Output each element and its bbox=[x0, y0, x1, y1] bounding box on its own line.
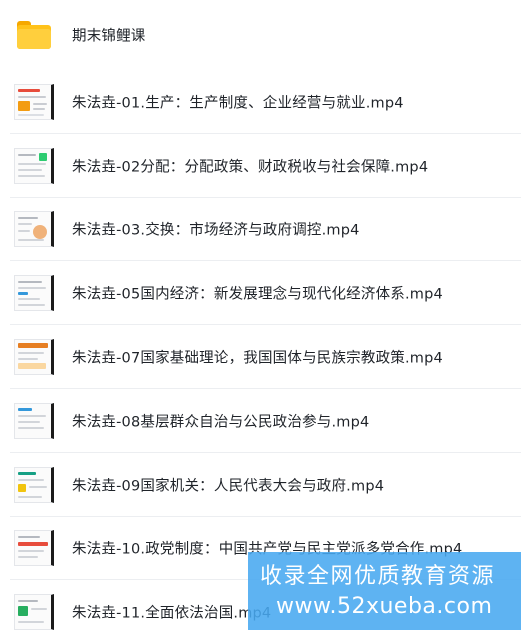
file-name: 朱法垚-07国家基础理论，我国国体与民族宗教政策.mp4 bbox=[72, 350, 443, 367]
video-thumbnail-icon bbox=[12, 271, 56, 315]
file-list: 期末锦鲤课 朱法垚-01.生产：生产制度、企业经营与就业.mp4 朱法垚-02分… bbox=[0, 0, 521, 644]
video-thumbnail-icon bbox=[12, 144, 56, 188]
video-thumbnail-icon bbox=[12, 463, 56, 507]
file-row[interactable]: 朱法垚-08基层群众自治与公民政治参与.mp4 bbox=[0, 389, 521, 453]
file-name: 朱法垚-02分配：分配政策、财政税收与社会保障.mp4 bbox=[72, 159, 429, 176]
file-row[interactable]: 朱法垚-03.交换：市场经济与政府调控.mp4 bbox=[0, 198, 521, 262]
file-row[interactable]: 朱法垚-01.生产：生产制度、企业经营与就业.mp4 bbox=[0, 70, 521, 134]
folder-icon bbox=[12, 13, 56, 57]
file-row[interactable]: 朱法垚-09国家机关：人民代表大会与政府.mp4 bbox=[0, 453, 521, 517]
file-row[interactable]: 朱法垚-05国内经济：新发展理念与现代化经济体系.mp4 bbox=[0, 261, 521, 326]
video-thumbnail-icon bbox=[12, 207, 56, 251]
watermark-banner: 收录全网优质教育资源 www.52xueba.com bbox=[248, 552, 521, 630]
file-name: 朱法垚-03.交换：市场经济与政府调控.mp4 bbox=[72, 222, 360, 239]
file-name: 朱法垚-11.全面依法治国.mp4 bbox=[72, 605, 272, 622]
file-name: 期末锦鲤课 bbox=[72, 28, 146, 45]
file-name: 朱法垚-01.生产：生产制度、企业经营与就业.mp4 bbox=[72, 95, 404, 112]
file-row[interactable]: 朱法垚-02分配：分配政策、财政税收与社会保障.mp4 bbox=[0, 134, 521, 198]
file-name: 朱法垚-08基层群众自治与公民政治参与.mp4 bbox=[72, 414, 370, 431]
file-name: 朱法垚-05国内经济：新发展理念与现代化经济体系.mp4 bbox=[72, 286, 443, 303]
watermark-url: www.52xueba.com bbox=[276, 594, 493, 619]
file-row[interactable]: 朱法垚-07国家基础理论，我国国体与民族宗教政策.mp4 bbox=[0, 325, 521, 389]
video-thumbnail-icon bbox=[12, 526, 56, 570]
video-thumbnail-icon bbox=[12, 80, 56, 124]
video-thumbnail-icon bbox=[12, 590, 56, 634]
file-name: 朱法垚-09国家机关：人民代表大会与政府.mp4 bbox=[72, 478, 385, 495]
video-thumbnail-icon bbox=[12, 399, 56, 443]
folder-row[interactable]: 期末锦鲤课 bbox=[0, 0, 521, 70]
video-thumbnail-icon bbox=[12, 335, 56, 379]
watermark-slogan: 收录全网优质教育资源 bbox=[260, 564, 496, 589]
